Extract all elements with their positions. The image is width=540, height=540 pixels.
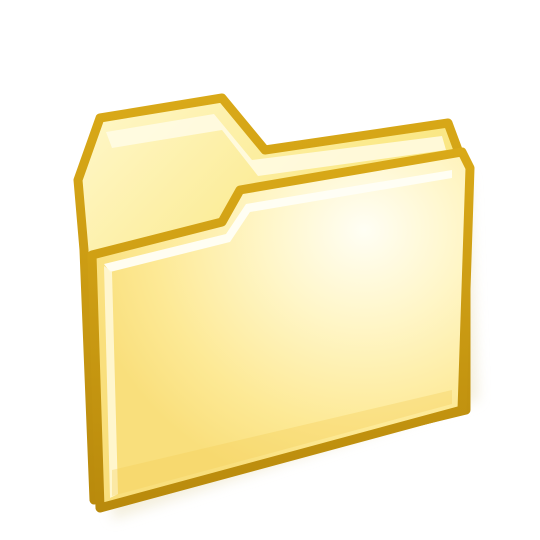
- folder-icon[interactable]: [0, 0, 540, 540]
- icon-canvas: [0, 0, 540, 540]
